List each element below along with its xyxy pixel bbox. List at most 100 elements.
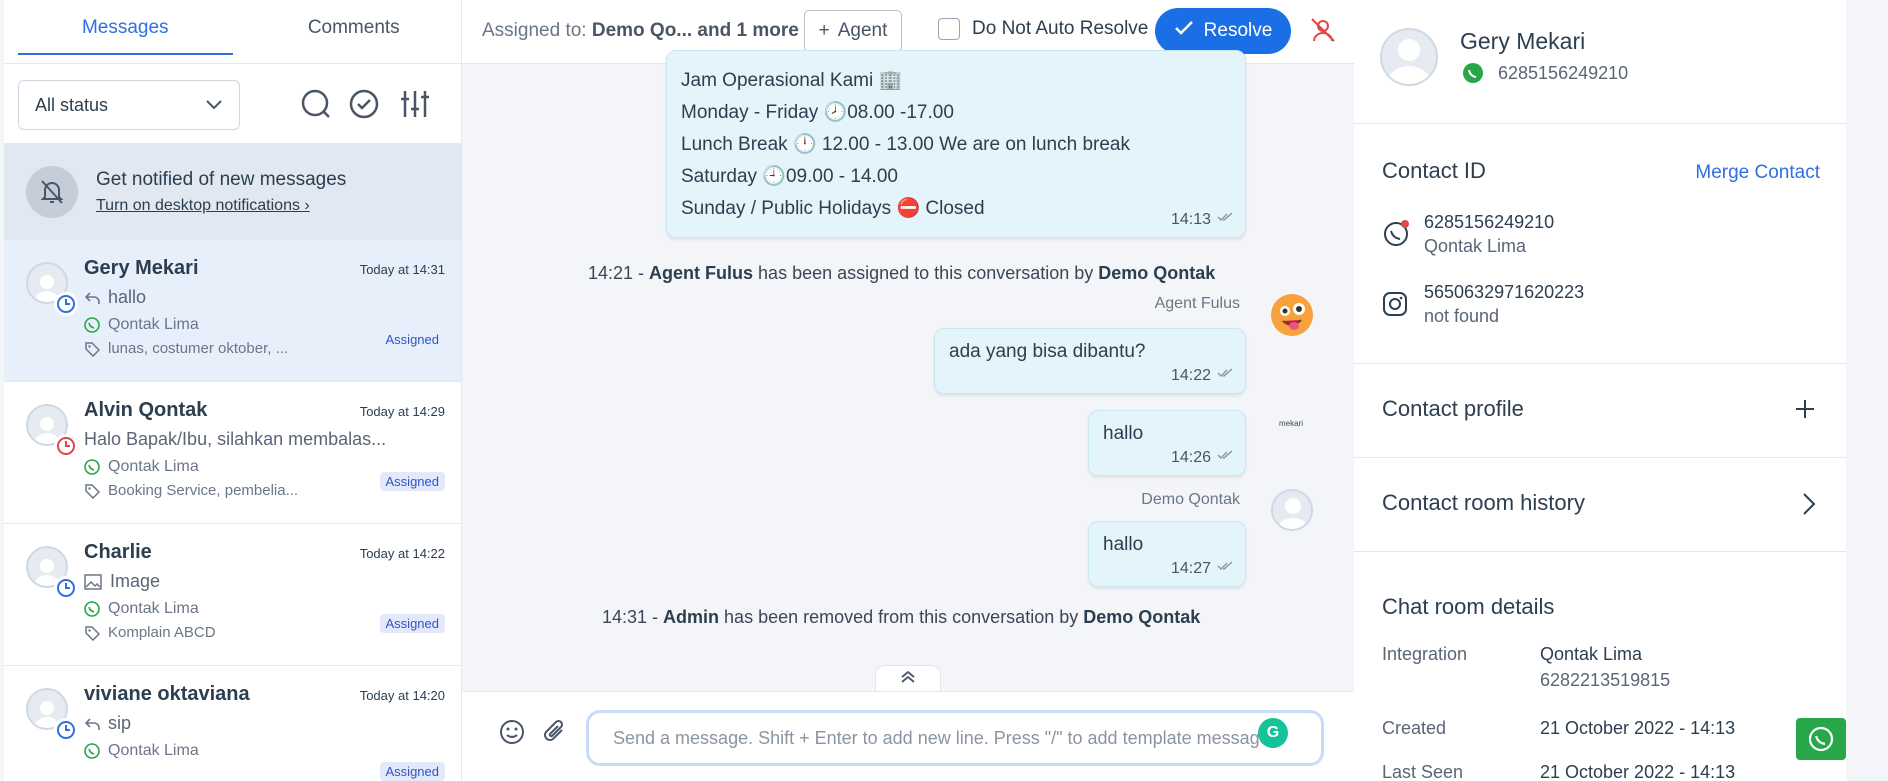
detail-label: Created bbox=[1382, 718, 1447, 738]
message-bubble: ada yang bisa dibantu? 14:22 bbox=[934, 328, 1246, 394]
whatsapp-float-button[interactable] bbox=[1796, 718, 1846, 760]
chevron-right-icon[interactable] bbox=[1802, 492, 1816, 521]
double-check-icon bbox=[1217, 444, 1233, 466]
conversation-inbox: Qontak Lima bbox=[108, 458, 199, 475]
resolve-label: Resolve bbox=[1203, 20, 1273, 41]
assigned-to-label: Assigned to: bbox=[482, 20, 587, 41]
plus-icon[interactable] bbox=[1794, 398, 1816, 425]
detail-value: Qontak Lima bbox=[1540, 644, 1643, 664]
conversation-time: Today at 14:31 bbox=[359, 262, 445, 277]
check-circle-icon[interactable] bbox=[346, 86, 382, 122]
unassign-user-icon[interactable] bbox=[1310, 17, 1336, 48]
message-text: ada yang bisa dibantu? bbox=[949, 341, 1146, 362]
message-bubble: Jam Operasional Kami 🏢 Monday - Friday 🕗… bbox=[666, 50, 1246, 238]
do-not-auto-resolve-checkbox[interactable] bbox=[938, 18, 960, 40]
attachment-icon[interactable] bbox=[542, 718, 568, 751]
contact-room-history-section[interactable]: Contact room history bbox=[1354, 458, 1846, 552]
tab-comments[interactable]: Comments bbox=[247, 0, 462, 63]
contact-phone: 6285156249210 bbox=[1498, 62, 1629, 83]
reply-icon bbox=[84, 717, 100, 731]
system-text: has been assigned to this conversation b… bbox=[753, 263, 1099, 283]
whatsapp-icon bbox=[84, 601, 100, 617]
conversation-time: Today at 14:22 bbox=[359, 546, 445, 561]
conversation-time: Today at 14:20 bbox=[359, 688, 445, 703]
whatsapp-channel-icon bbox=[1382, 220, 1410, 253]
contact-header: Gery Mekari 6285156249210 bbox=[1354, 0, 1846, 124]
instagram-icon bbox=[1382, 291, 1408, 322]
right-edge-strip bbox=[1846, 0, 1888, 540]
conversation-inbox: Qontak Lima bbox=[108, 316, 199, 333]
enable-notifications-label: Turn on desktop notifications bbox=[96, 197, 300, 214]
scroll-up-button[interactable] bbox=[875, 665, 941, 693]
conversation-inbox: Qontak Lima bbox=[108, 742, 199, 759]
conversation-preview: hallo bbox=[108, 287, 147, 307]
grammarly-icon[interactable]: G bbox=[1258, 718, 1288, 748]
detail-label: Last Seen bbox=[1382, 762, 1464, 781]
conversation-item[interactable]: viviane oktaviana Today at 14:20 sip Qon… bbox=[4, 666, 461, 781]
message-composer: Send a message. Shift + Enter to add new… bbox=[462, 691, 1354, 781]
conversation-item[interactable]: Charlie Today at 14:22 Image Qontak Lima… bbox=[4, 524, 461, 666]
contact-details-panel: Gery Mekari 6285156249210 Contact ID Mer… bbox=[1354, 0, 1846, 781]
avatar bbox=[26, 404, 78, 458]
system-time: 14:21 - bbox=[588, 263, 650, 283]
add-agent-button[interactable]: + Agent bbox=[804, 10, 902, 52]
system-message: 14:21 - Agent Fulus has been assigned to… bbox=[588, 263, 1215, 284]
conversation-preview: Image bbox=[110, 571, 161, 591]
double-check-icon bbox=[1217, 555, 1233, 577]
status-badge: Assigned bbox=[385, 332, 439, 347]
resolve-button[interactable]: Resolve bbox=[1155, 8, 1291, 54]
search-icon[interactable] bbox=[298, 86, 334, 122]
detail-value: 21 October 2022 - 14:13 bbox=[1540, 718, 1736, 738]
conversation-item[interactable]: Alvin Qontak Today at 14:29 Halo Bapak/I… bbox=[4, 382, 461, 524]
clock-icon bbox=[54, 576, 78, 600]
reply-icon bbox=[84, 291, 100, 305]
hours-line: Sunday / Public Holidays ⛔ Closed bbox=[681, 198, 985, 219]
conversation-preview: sip bbox=[108, 713, 132, 733]
bell-off-icon bbox=[26, 166, 78, 218]
chat-room-details-title: Chat room details bbox=[1382, 594, 1555, 619]
merge-contact-link[interactable]: Merge Contact bbox=[1695, 162, 1820, 184]
contact-name: Gery Mekari bbox=[1460, 28, 1586, 54]
filter-bar: All status bbox=[4, 64, 461, 144]
agent-avatar bbox=[1271, 294, 1313, 336]
avatar bbox=[26, 688, 78, 742]
clock-icon bbox=[54, 718, 78, 742]
message-input-placeholder: Send a message. Shift + Enter to add new… bbox=[613, 727, 1279, 748]
whatsapp-inbox: Qontak Lima bbox=[1424, 236, 1527, 256]
whatsapp-icon bbox=[84, 743, 100, 759]
emoji-icon[interactable] bbox=[498, 718, 526, 751]
message-time: 14:26 bbox=[1170, 449, 1211, 466]
message-input[interactable]: Send a message. Shift + Enter to add new… bbox=[586, 710, 1324, 766]
tag-icon bbox=[84, 625, 100, 641]
conversation-preview: Halo Bapak/Ibu, silahkan membalas... bbox=[84, 429, 387, 449]
hours-line: Monday - Friday 🕗08.00 -17.00 bbox=[681, 102, 954, 123]
detail-value: 21 October 2022 - 14:13 bbox=[1540, 762, 1736, 781]
do-not-auto-resolve-toggle[interactable]: Do Not Auto Resolve bbox=[938, 18, 1148, 40]
conversation-time: Today at 14:29 bbox=[359, 404, 445, 419]
detail-sub: 6282213519815 bbox=[1540, 670, 1671, 690]
system-message: 14:31 - Admin has been removed from this… bbox=[602, 607, 1200, 628]
app: Messages Comments All status Get notifie… bbox=[0, 0, 1888, 781]
conversation-tags: Booking Service, pembelia... bbox=[108, 482, 299, 499]
system-text: has been removed from this conversation … bbox=[719, 607, 1084, 627]
plus-icon: + bbox=[818, 20, 830, 41]
contact-profile-section[interactable]: Contact profile bbox=[1354, 364, 1846, 458]
message-text: hallo bbox=[1103, 534, 1144, 555]
assigned-to-value[interactable]: Demo Qo... and 1 more bbox=[592, 20, 799, 41]
message-time: 14:27 bbox=[1170, 560, 1211, 577]
status-badge: Assigned bbox=[379, 762, 445, 781]
avatar bbox=[26, 546, 78, 600]
conversation-list-panel: Messages Comments All status Get notifie… bbox=[4, 0, 462, 781]
system-actor: Admin bbox=[663, 607, 720, 627]
message-time: 14:22 bbox=[1170, 367, 1211, 384]
conversation-tags: lunas, costumer oktober, ... bbox=[108, 340, 289, 357]
tag-icon bbox=[84, 483, 100, 499]
status-filter-select[interactable]: All status bbox=[18, 80, 240, 130]
tag-icon bbox=[84, 341, 100, 357]
status-badge: Assigned bbox=[379, 472, 445, 491]
filter-sliders-icon[interactable] bbox=[397, 86, 433, 122]
tab-messages[interactable]: Messages bbox=[18, 0, 233, 55]
conversation-item[interactable]: Gery Mekari Today at 14:31 hallo Qontak … bbox=[4, 240, 461, 382]
enable-notifications-link[interactable]: Turn on desktop notifications › bbox=[96, 197, 310, 215]
hours-line: Saturday 🕘09.00 - 14.00 bbox=[681, 166, 898, 187]
